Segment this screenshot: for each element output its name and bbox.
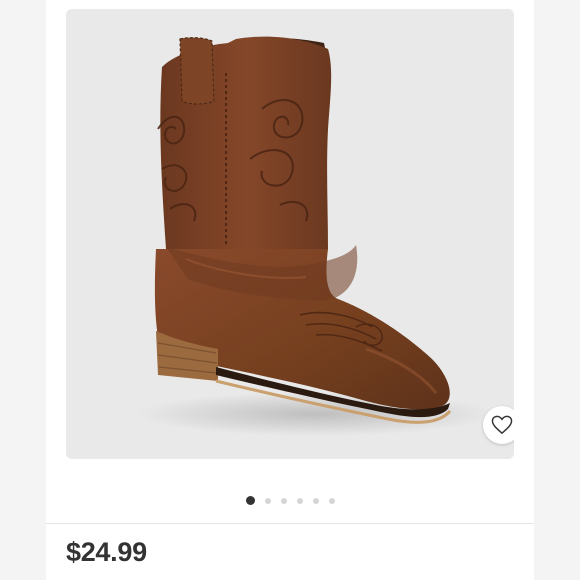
carousel-dot[interactable]: [264, 497, 271, 504]
product-card: $24.99: [46, 0, 534, 580]
carousel-dot[interactable]: [328, 497, 335, 504]
page: $24.99: [0, 0, 580, 580]
product-image[interactable]: [66, 9, 514, 459]
carousel-dot[interactable]: [245, 496, 255, 505]
favorite-button[interactable]: [483, 406, 514, 444]
boot-illustration: [136, 36, 496, 436]
heart-icon: [491, 415, 513, 435]
carousel-dots: [46, 496, 534, 505]
product-price: $24.99: [66, 537, 147, 567]
divider: [46, 523, 534, 524]
carousel-dot[interactable]: [312, 497, 319, 504]
carousel-dot[interactable]: [296, 497, 303, 504]
carousel-dot[interactable]: [280, 497, 287, 504]
